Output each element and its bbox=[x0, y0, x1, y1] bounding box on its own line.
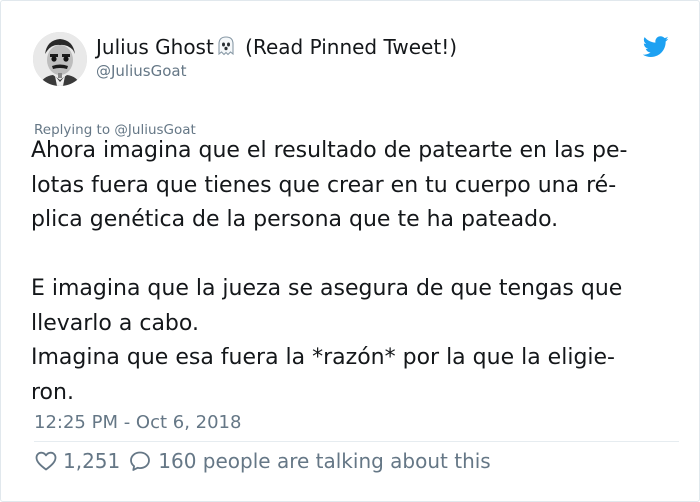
ghost-icon bbox=[215, 35, 237, 57]
author-handle[interactable]: @JuliusGoat bbox=[96, 61, 186, 81]
author-name[interactable]: Julius Ghost (Read Pinned Tweet!) bbox=[96, 34, 457, 60]
avatar-photo bbox=[33, 32, 87, 86]
likes-count[interactable]: 1,251 bbox=[63, 449, 120, 473]
tweet-text-line: ron. bbox=[31, 379, 74, 405]
divider bbox=[34, 441, 679, 442]
author-name-suffix: (Read Pinned Tweet!) bbox=[245, 35, 458, 59]
author-display-name: Julius Ghost bbox=[96, 35, 214, 59]
tweet-text-line: E imagina que la jueza se asegura de que… bbox=[31, 276, 623, 301]
twitter-bird-icon[interactable] bbox=[643, 36, 669, 58]
tweet-card: Julius Ghost (Read Pinned Tweet!) @Juliu… bbox=[0, 0, 700, 502]
tweet-timestamp[interactable]: 12:25 PM - Oct 6, 2018 bbox=[34, 411, 241, 435]
tweet-text-line: Ahora imagina que el resultado de patear… bbox=[31, 138, 628, 163]
tweet-text-line: Imagina que esa fuera la *razón* por la … bbox=[31, 345, 615, 370]
avatar[interactable] bbox=[33, 32, 87, 86]
tweet-stats: 1,251 160 people are talking about this bbox=[34, 447, 491, 475]
tweet-text-line: lotas fuera que tienes que crear en tu c… bbox=[31, 172, 617, 198]
tweet-text-line: llevarlo a cabo. bbox=[31, 310, 199, 336]
talking-count[interactable]: 160 people are talking about this bbox=[158, 449, 490, 473]
tweet-text: Ahora imagina que el resultado de patear… bbox=[31, 134, 681, 410]
reply-bubble-icon[interactable] bbox=[128, 449, 152, 473]
heart-icon[interactable] bbox=[34, 449, 58, 473]
paragraph-break bbox=[31, 238, 681, 273]
tweet-text-line: plica genética de la persona que te ha p… bbox=[31, 207, 559, 232]
